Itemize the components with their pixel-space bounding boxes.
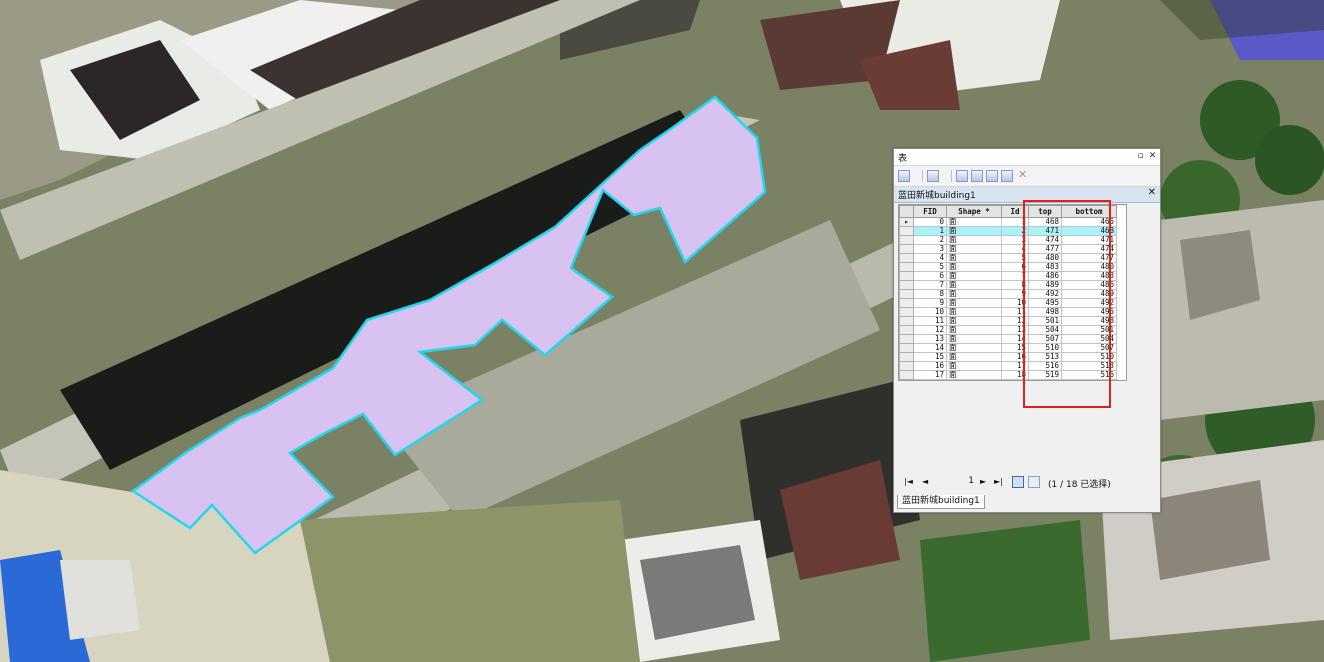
table-row[interactable]: 15 面 16 513 510 [899, 352, 1117, 362]
record-navigator: |◄ ◄ 1 ► ►| (1 / 18 已选择) [898, 476, 1156, 490]
table-toolbar: ✕ [894, 166, 1160, 187]
table-row[interactable]: 2 面 3 474 471 [899, 235, 1117, 245]
row-selector[interactable] [899, 280, 914, 290]
layer-tab-title: 蓝田新城building1 [898, 191, 976, 201]
previous-record-icon[interactable]: ◄ [922, 477, 928, 486]
row-selector[interactable]: ▸ [899, 217, 914, 227]
row-selector[interactable] [899, 226, 914, 236]
cell-shape[interactable]: 面 [946, 370, 1002, 380]
layer-tab-header[interactable]: 蓝田新城building1 ✕ [894, 187, 1160, 203]
row-selector[interactable] [899, 262, 914, 272]
cell-bottom[interactable]: 516 [1061, 370, 1117, 380]
table-row[interactable]: ▸ 0 面 1 468 465 [899, 217, 1117, 227]
show-selected-records-icon[interactable] [1028, 476, 1040, 488]
zoom-to-selected-icon[interactable] [1001, 170, 1013, 182]
table-row[interactable]: 16 面 17 516 513 [899, 361, 1117, 371]
attribute-grid[interactable]: FID Shape * Id top bottom ▸ 0 面 1 468 465 1 面 2 4… [898, 204, 1127, 381]
row-selector-header [899, 205, 914, 218]
table-row[interactable]: 13 面 14 507 504 [899, 334, 1117, 344]
attribute-table-window[interactable]: 表 ▫ ✕ ✕ 蓝田新城building1 ✕ FID Shape * Id t… [893, 148, 1161, 513]
next-record-icon[interactable]: ► [980, 477, 986, 486]
cell-fid[interactable]: 17 [913, 370, 947, 380]
table-row[interactable]: 9 面 10 495 492 [899, 298, 1117, 308]
row-selector[interactable] [899, 271, 914, 281]
window-title: 表 [898, 154, 908, 164]
row-selector[interactable] [899, 334, 914, 344]
table-row[interactable]: 1 面 2 471 468 [899, 226, 1117, 236]
selection-status: (1 / 18 已选择) [1048, 480, 1111, 490]
row-selector[interactable] [899, 325, 914, 335]
row-selector[interactable] [899, 244, 914, 254]
col-id[interactable]: Id [1001, 205, 1029, 218]
row-selector[interactable] [899, 298, 914, 308]
close-tab-icon[interactable]: ✕ [1148, 187, 1156, 198]
cell-top[interactable]: 519 [1028, 370, 1062, 380]
col-bottom[interactable]: bottom [1061, 205, 1117, 218]
show-all-records-icon[interactable] [1012, 476, 1024, 488]
table-row[interactable]: 11 面 12 501 498 [899, 316, 1117, 326]
table-row[interactable]: 3 面 4 477 474 [899, 244, 1117, 254]
row-selector[interactable] [899, 253, 914, 263]
table-row[interactable]: 10 面 11 498 495 [899, 307, 1117, 317]
table-row[interactable]: 14 面 15 510 507 [899, 343, 1117, 353]
restore-icon[interactable]: ▫ [1135, 151, 1146, 162]
row-selector[interactable] [899, 289, 914, 299]
row-selector[interactable] [899, 316, 914, 326]
table-row[interactable]: 12 面 13 504 501 [899, 325, 1117, 335]
table-row[interactable]: 5 面 6 483 480 [899, 262, 1117, 272]
table-row[interactable]: 7 面 8 489 486 [899, 280, 1117, 290]
last-record-icon[interactable]: ►| [994, 477, 1003, 486]
row-selector[interactable] [899, 361, 914, 371]
table-row[interactable]: 6 面 7 486 483 [899, 271, 1117, 281]
switch-selection-icon[interactable] [971, 170, 983, 182]
row-selector[interactable] [899, 307, 914, 317]
col-top[interactable]: top [1028, 205, 1062, 218]
table-row[interactable]: 8 面 9 492 489 [899, 289, 1117, 299]
table-options-icon[interactable] [898, 170, 910, 182]
table-row[interactable]: 17 面 18 519 516 [899, 370, 1117, 380]
row-selector[interactable] [899, 343, 914, 353]
cell-id[interactable]: 18 [1001, 370, 1029, 380]
clear-selection-icon[interactable] [986, 170, 998, 182]
record-number-input[interactable]: 1 [938, 476, 974, 488]
first-record-icon[interactable]: |◄ [904, 477, 913, 486]
row-selector[interactable] [899, 352, 914, 362]
related-tables-icon[interactable] [927, 170, 939, 182]
close-icon[interactable]: ✕ [1147, 151, 1158, 162]
col-shape[interactable]: Shape * [946, 205, 1002, 218]
select-by-attributes-icon[interactable] [956, 170, 968, 182]
delete-selected-icon[interactable]: ✕ [1018, 168, 1027, 181]
window-titlebar[interactable]: 表 ▫ ✕ [894, 149, 1160, 166]
row-selector[interactable] [899, 235, 914, 245]
bottom-layer-tab[interactable]: 蓝田新城building1 [897, 495, 985, 509]
col-fid[interactable]: FID [913, 205, 947, 218]
row-selector[interactable] [899, 370, 914, 380]
table-row[interactable]: 4 面 5 480 477 [899, 253, 1117, 263]
